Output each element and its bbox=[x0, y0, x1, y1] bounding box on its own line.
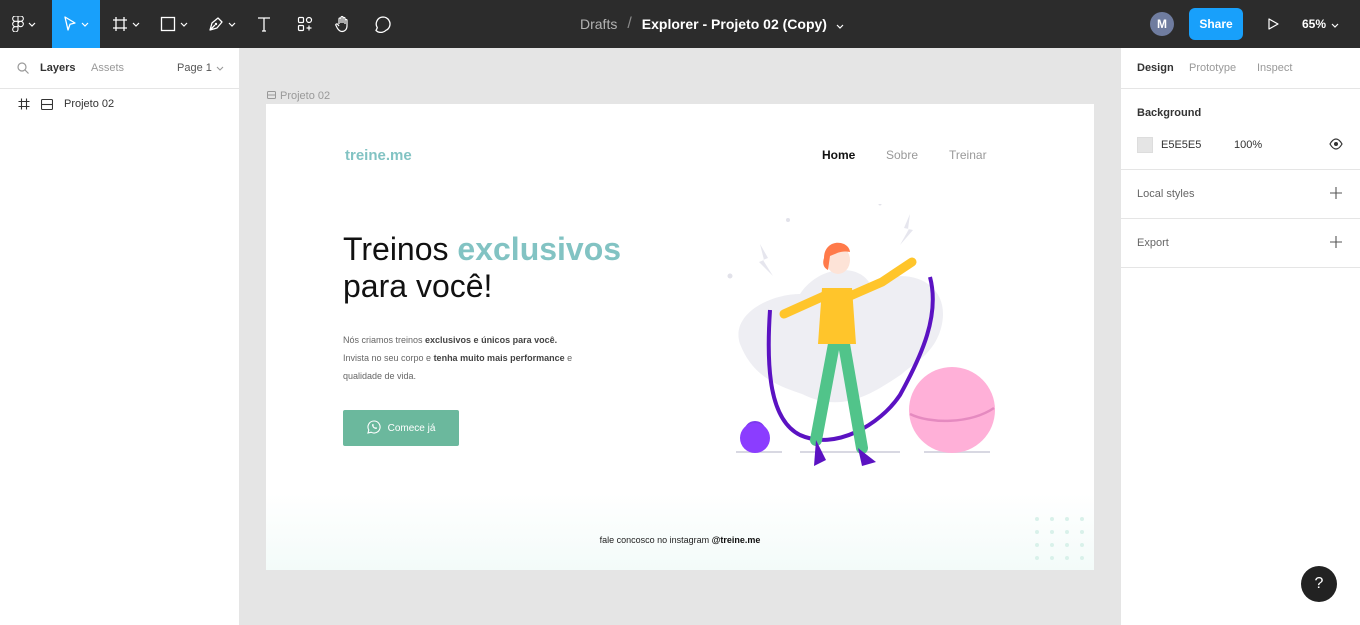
comment-tool-button[interactable] bbox=[366, 0, 400, 48]
site-paragraph: Nós criamos treinos exclusivos e únicos … bbox=[343, 331, 613, 385]
document-breadcrumb: Drafts / Explorer - Projeto 02 (Copy) bbox=[580, 0, 844, 48]
play-icon bbox=[1267, 18, 1279, 30]
eye-icon[interactable] bbox=[1329, 137, 1343, 154]
tab-assets[interactable]: Assets bbox=[91, 62, 124, 74]
paragraph-text: Invista no seu corpo e bbox=[343, 353, 434, 363]
whatsapp-icon bbox=[366, 419, 388, 437]
frame-hash-icon bbox=[112, 16, 128, 32]
site-nav-treinar: Treinar bbox=[949, 148, 987, 162]
frame-icon bbox=[40, 98, 54, 113]
user-avatar[interactable]: M bbox=[1150, 12, 1174, 36]
site-nav-home: Home bbox=[822, 148, 856, 162]
frame-icon bbox=[267, 90, 280, 102]
layer-row-projeto-02[interactable]: Projeto 02 bbox=[0, 95, 240, 115]
frame-hash-icon bbox=[18, 98, 30, 113]
paragraph-text: Nós criamos treinos bbox=[343, 335, 426, 345]
share-button[interactable]: Share bbox=[1189, 8, 1243, 40]
add-export-plus-icon[interactable] bbox=[1329, 235, 1343, 252]
rectangle-icon bbox=[160, 16, 176, 32]
chevron-down-icon bbox=[216, 62, 224, 74]
text-T-icon bbox=[256, 16, 272, 32]
background-section: Background E5E5E5 100% bbox=[1121, 89, 1360, 170]
design-frame-projeto-02[interactable]: treine.me Home Sobre Treinar Treinos exc… bbox=[266, 104, 1094, 570]
tab-inspect[interactable]: Inspect bbox=[1257, 62, 1292, 74]
resources-grid-icon bbox=[297, 16, 313, 32]
zoom-dropdown[interactable]: 65% bbox=[1302, 0, 1339, 48]
search-icon[interactable] bbox=[17, 62, 29, 77]
pen-tool-button[interactable] bbox=[200, 0, 244, 48]
hand-icon bbox=[334, 15, 352, 33]
layer-name: Projeto 02 bbox=[64, 98, 115, 110]
headline-part2: para você! bbox=[343, 268, 493, 304]
jump-rope-illustration bbox=[720, 202, 1000, 484]
help-button[interactable]: ? bbox=[1301, 566, 1337, 602]
site-headline: Treinos exclusivos para você! bbox=[343, 231, 643, 305]
paragraph-bold: exclusivos e únicos para você. bbox=[425, 335, 558, 345]
footer-text: fale concosco no instagram bbox=[599, 535, 712, 545]
resources-tool-button[interactable] bbox=[288, 0, 322, 48]
file-menu-chevron-icon[interactable] bbox=[836, 16, 844, 32]
breadcrumb-drafts-link[interactable]: Drafts bbox=[580, 16, 617, 32]
main-menu-button[interactable] bbox=[0, 0, 48, 48]
file-name-label[interactable]: Explorer - Projeto 02 (Copy) bbox=[642, 16, 827, 32]
left-panel-tabs: Layers Assets Page 1 bbox=[0, 48, 240, 89]
hand-tool-button[interactable] bbox=[326, 0, 360, 48]
headline-accent: exclusivos bbox=[457, 231, 622, 267]
decorative-dot-grid bbox=[1034, 516, 1094, 570]
speech-bubble-icon bbox=[374, 15, 392, 33]
add-local-style-plus-icon[interactable] bbox=[1329, 186, 1343, 203]
top-toolbar: Drafts / Explorer - Projeto 02 (Copy) M … bbox=[0, 0, 1360, 48]
chevron-down-icon bbox=[132, 22, 140, 27]
frame-title-label[interactable]: Projeto 02 bbox=[267, 90, 330, 102]
right-panel-tabs: Design Prototype Inspect bbox=[1121, 48, 1360, 89]
local-styles-section: Local styles bbox=[1121, 170, 1360, 219]
site-logo: treine.me bbox=[345, 147, 412, 164]
move-tool-button[interactable] bbox=[52, 0, 100, 48]
zoom-level: 65% bbox=[1302, 17, 1327, 31]
tab-design[interactable]: Design bbox=[1137, 62, 1174, 74]
breadcrumb-separator: / bbox=[627, 15, 632, 32]
site-footer: fale concosco no instagram @treine.me bbox=[266, 535, 1094, 545]
page-label: Page 1 bbox=[177, 62, 212, 74]
site-nav-sobre: Sobre bbox=[886, 148, 919, 162]
right-panel: Design Prototype Inspect Background E5E5… bbox=[1120, 48, 1360, 625]
headline-part1: Treinos bbox=[343, 231, 458, 267]
left-panel: Layers Assets Page 1 Projeto 02 bbox=[0, 48, 240, 625]
chevron-down-icon bbox=[28, 22, 36, 27]
frame-title: Projeto 02 bbox=[280, 90, 331, 102]
page-selector[interactable]: Page 1 bbox=[177, 62, 224, 74]
site-cta-button: Comece já bbox=[343, 410, 459, 446]
export-section: Export bbox=[1121, 219, 1360, 268]
chevron-down-icon bbox=[228, 22, 236, 27]
chevron-down-icon bbox=[180, 22, 188, 27]
local-styles-label: Local styles bbox=[1137, 188, 1195, 200]
present-button[interactable] bbox=[1258, 0, 1288, 48]
background-opacity-input[interactable]: 100% bbox=[1234, 139, 1262, 151]
background-color-swatch[interactable] bbox=[1137, 137, 1153, 153]
tab-prototype[interactable]: Prototype bbox=[1189, 62, 1236, 74]
cta-label: Comece já bbox=[387, 422, 436, 434]
frame-tool-button[interactable] bbox=[106, 0, 146, 48]
shape-tool-button[interactable] bbox=[152, 0, 196, 48]
cursor-arrow-icon bbox=[63, 16, 77, 32]
footer-handle: @treine.me bbox=[711, 535, 761, 545]
footer-gradient bbox=[266, 494, 1094, 570]
paragraph-bold: tenha muito mais performance bbox=[433, 353, 565, 363]
export-label: Export bbox=[1137, 237, 1169, 249]
figma-logo-icon bbox=[12, 16, 24, 32]
background-hex-input[interactable]: E5E5E5 bbox=[1161, 139, 1201, 151]
background-title: Background bbox=[1137, 107, 1202, 119]
pen-nib-icon bbox=[208, 16, 224, 32]
chevron-down-icon bbox=[1331, 17, 1339, 31]
tab-layers[interactable]: Layers bbox=[40, 62, 75, 74]
text-tool-button[interactable] bbox=[248, 0, 280, 48]
chevron-down-icon bbox=[81, 22, 89, 27]
